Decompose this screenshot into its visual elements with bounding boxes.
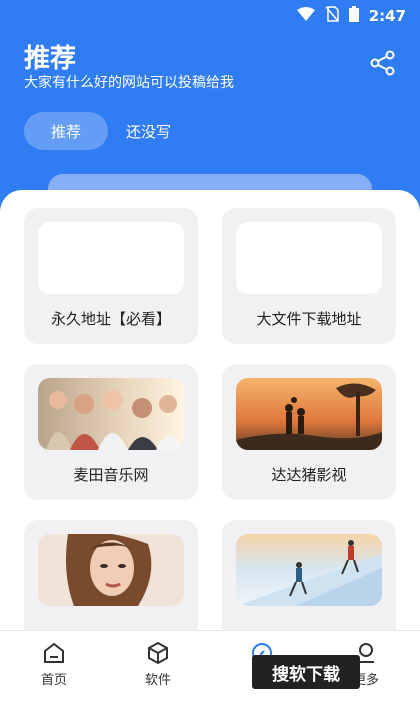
nav-home[interactable]: 首页 <box>14 631 94 701</box>
group-photo-image <box>38 378 184 450</box>
cube-icon <box>148 641 168 665</box>
card-label: 大文件下载地址 <box>256 310 362 328</box>
card-large-file-download[interactable]: 大文件下载地址 <box>222 208 396 344</box>
card-maitian-music[interactable]: 麦田音乐网 <box>24 364 198 500</box>
nav-software[interactable]: 软件 <box>118 631 198 701</box>
tab-bar: 推荐 还没写 <box>24 112 171 150</box>
content-panel: 永久地址【必看】 大文件下载地址 麦田音乐网 达达猪影视 <box>0 190 420 700</box>
woman-portrait-image <box>38 534 184 606</box>
battery-icon <box>348 6 359 26</box>
card-dadazhu-video[interactable]: 达达猪影视 <box>222 364 396 500</box>
climbers-snow-image <box>236 534 382 606</box>
status-bar: 2:47 <box>296 6 406 26</box>
no-sim-icon <box>325 6 339 26</box>
wifi-icon <box>296 7 315 25</box>
page-subtitle: 大家有什么好的网站可以投稿给我 <box>24 75 234 91</box>
tab-not-written[interactable]: 还没写 <box>126 121 171 142</box>
card-label: 永久地址【必看】 <box>50 310 171 328</box>
card-permanent-address[interactable]: 永久地址【必看】 <box>24 208 198 344</box>
status-time: 2:47 <box>368 7 406 25</box>
tab-recommend[interactable]: 推荐 <box>24 112 108 150</box>
home-icon <box>44 642 64 663</box>
sunset-family-image <box>236 378 382 450</box>
card-thumbnail <box>236 222 382 294</box>
card-label: 达达猪影视 <box>271 466 347 484</box>
watermark: 搜软下载 <box>252 655 360 689</box>
nav-home-label: 首页 <box>40 673 67 688</box>
share-icon[interactable] <box>370 50 396 76</box>
card-thumbnail <box>38 222 184 294</box>
page-title: 推荐 <box>24 44 77 74</box>
card-label: 麦田音乐网 <box>73 466 149 484</box>
nav-software-label: 软件 <box>144 673 171 688</box>
